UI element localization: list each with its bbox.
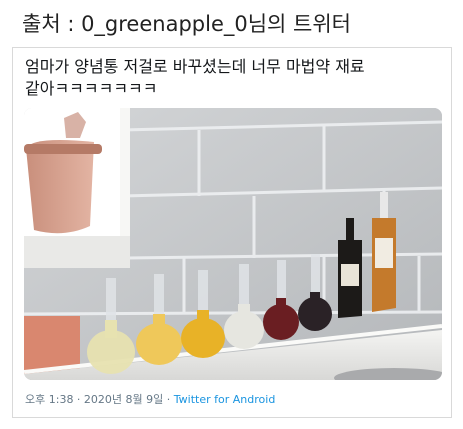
photo-spice-bottles	[24, 108, 442, 380]
source-line: 출처 : 0_greenapple_0님의 트위터	[22, 12, 351, 36]
tweet-photo[interactable]	[24, 108, 442, 380]
meta-separator: ·	[163, 393, 174, 406]
tweet-meta: 오후 1:38 · 2020년 8월 9일 · Twitter for Andr…	[25, 393, 275, 407]
tweet-source-app-link[interactable]: Twitter for Android	[174, 393, 276, 406]
tweet-timestamp[interactable]: 오후 1:38 · 2020년 8월 9일	[25, 393, 163, 406]
tweet-card: 엄마가 양념통 저걸로 바꾸셨는데 너무 마법약 재료 같아ㅋㅋㅋㅋㅋㅋㅋ 오후…	[12, 47, 452, 418]
tweet-text: 엄마가 양념통 저걸로 바꾸셨는데 너무 마법약 재료 같아ㅋㅋㅋㅋㅋㅋㅋ	[25, 57, 365, 98]
